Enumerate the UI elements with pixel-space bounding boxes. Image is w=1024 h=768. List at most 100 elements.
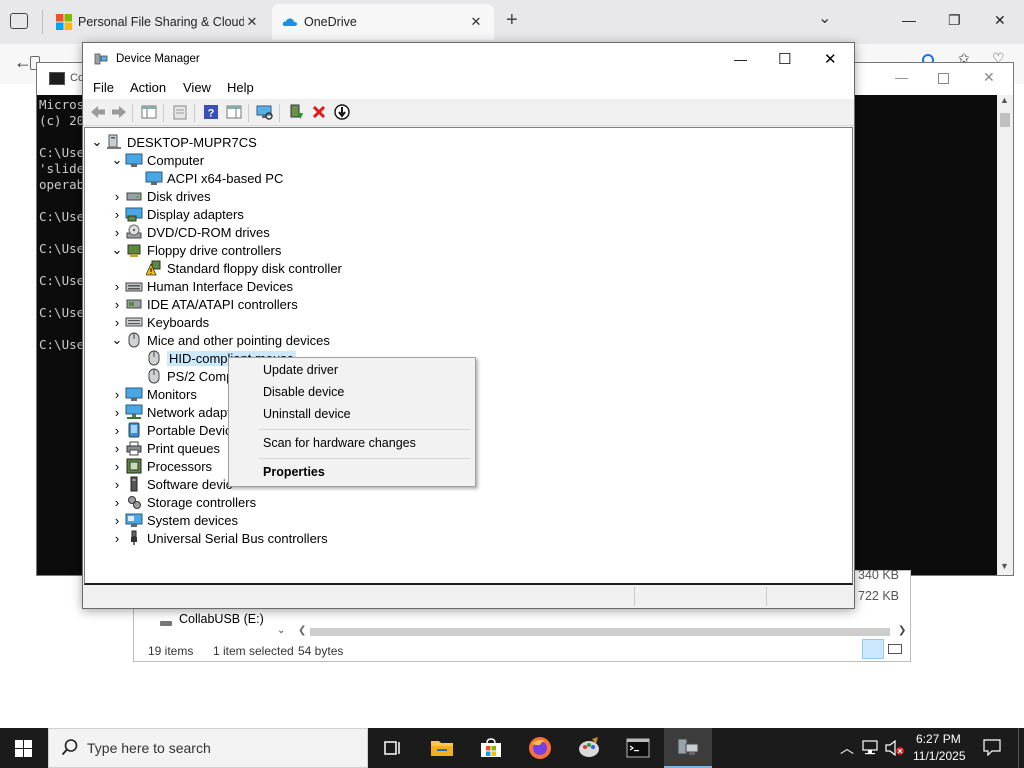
paint-app-icon[interactable] (574, 734, 604, 762)
clock-time[interactable]: 6:27 PM (916, 732, 961, 746)
expand-chevron-icon[interactable]: › (109, 511, 125, 529)
scroll-down-arrow-icon[interactable]: ▼ (1000, 561, 1009, 571)
expand-chevron-icon[interactable]: › (109, 439, 125, 457)
details-view-icon[interactable] (862, 639, 884, 659)
close-tab-icon[interactable]: ✕ (468, 14, 484, 30)
taskbar-search-box[interactable]: Type here to search (48, 728, 368, 768)
cmd-maximize-button[interactable] (938, 73, 949, 84)
menu-scan-hardware[interactable]: Scan for hardware changes (263, 436, 416, 450)
browser-close-button[interactable]: ✕ (994, 12, 1006, 29)
tree-root[interactable]: ⌄ DESKTOP-MUPR7CS (89, 133, 257, 151)
properties-sheet-icon[interactable] (170, 103, 190, 121)
tree-node-print-queues[interactable]: › Print queues (109, 439, 220, 457)
tree-node-display-adapters[interactable]: › Display adapters (109, 205, 244, 223)
large-icons-view-icon[interactable] (888, 644, 902, 654)
tree-node-ide[interactable]: › IDE ATA/ATAPI controllers (109, 295, 298, 313)
device-manager-window[interactable]: Device Manager — ☐ ✕ File Action View He… (82, 42, 855, 609)
collapse-chevron-icon[interactable]: ⌄ (109, 241, 125, 259)
collapse-chevron-icon[interactable]: ⌄ (109, 331, 125, 349)
disable-device-icon[interactable] (332, 103, 352, 121)
expand-chevron-icon[interactable]: › (109, 295, 125, 313)
scroll-right-arrow-icon[interactable]: ❯ (898, 625, 906, 636)
menu-file[interactable]: File (93, 80, 114, 95)
browser-minimize-button[interactable]: — (902, 12, 916, 28)
tree-node-keyboards[interactable]: › Keyboards (109, 313, 209, 331)
expand-chevron-icon[interactable]: › (109, 385, 125, 403)
scroll-thumb[interactable] (1000, 113, 1010, 127)
tree-node-acpi-pc[interactable]: ACPI x64-based PC (129, 169, 283, 187)
cmd-minimize-button[interactable]: — (895, 70, 908, 85)
tree-node-monitors[interactable]: › Monitors (109, 385, 197, 403)
scroll-up-arrow-icon[interactable]: ▲ (1000, 95, 1009, 105)
back-arrow-icon[interactable] (88, 103, 108, 121)
scroll-left-arrow-icon[interactable]: ❮ (298, 625, 306, 636)
clock-date[interactable]: 11/1/2025 (913, 749, 966, 763)
cmd-scrollbar[interactable]: ▲ ▼ (997, 95, 1013, 575)
tree-node-mice[interactable]: ⌄ Mice and other pointing devices (109, 331, 330, 349)
expand-chevron-icon[interactable]: › (109, 529, 125, 547)
tree-node-portable[interactable]: › Portable Devic (109, 421, 232, 439)
expand-chevron-icon[interactable]: › (109, 313, 125, 331)
expand-chevron-icon[interactable]: › (109, 457, 125, 475)
scan-hardware-icon[interactable] (255, 103, 275, 121)
tree-node-floppy-controllers[interactable]: ⌄ Floppy drive controllers (109, 241, 282, 259)
tree-node-storage[interactable]: › Storage controllers (109, 493, 256, 511)
expand-chevron-icon[interactable]: › (109, 187, 125, 205)
action-pane-icon[interactable] (224, 103, 244, 121)
menu-help[interactable]: Help (227, 80, 254, 95)
tree-node-disk-drives[interactable]: › Disk drives (109, 187, 211, 205)
device-tree[interactable]: ⌄ DESKTOP-MUPR7CS ⌄ Computer ACPI x64-ba… (84, 127, 853, 585)
command-prompt-icon[interactable] (623, 734, 653, 762)
task-view-icon[interactable] (378, 734, 408, 762)
menu-disable-device[interactable]: Disable device (263, 385, 344, 399)
expand-chevron-icon[interactable]: › (109, 475, 125, 493)
tree-node-hid[interactable]: › Human Interface Devices (109, 277, 293, 295)
cmd-close-button[interactable]: ✕ (983, 69, 995, 86)
close-button[interactable]: ✕ (824, 50, 837, 68)
show-hide-console-tree-icon[interactable] (139, 103, 159, 121)
tree-node-floppy-standard[interactable]: Standard floppy disk controller (129, 259, 342, 277)
horizontal-scrollbar[interactable]: ❮ ❯ (294, 625, 910, 639)
close-tab-icon[interactable]: ✕ (244, 14, 260, 30)
expand-chevron-icon[interactable]: › (109, 277, 125, 295)
start-windows-icon[interactable] (15, 740, 32, 757)
uninstall-device-icon[interactable] (309, 103, 329, 121)
network-icon[interactable] (862, 740, 880, 756)
scroll-thumb[interactable] (310, 628, 890, 636)
notifications-icon[interactable] (983, 739, 1001, 757)
menu-update-driver[interactable]: Update driver (263, 363, 338, 377)
tree-node-ps2-mouse[interactable]: PS/2 Comp (129, 367, 233, 385)
firefox-icon[interactable] (525, 734, 555, 762)
collapse-chevron-icon[interactable]: ⌄ (109, 151, 125, 169)
volume-muted-icon[interactable] (885, 739, 905, 757)
nav-scroll-down-icon[interactable]: ⌄ (277, 625, 285, 636)
device-manager-taskbar-button[interactable] (664, 728, 712, 768)
expand-chevron-icon[interactable]: › (109, 223, 125, 241)
browser-restore-button[interactable]: ❐ (948, 12, 961, 29)
show-hidden-icons-chevron-icon[interactable]: ︿ (840, 738, 854, 758)
maximize-button[interactable]: ☐ (778, 50, 791, 68)
tree-node-dvd-drives[interactable]: › DVD/CD-ROM drives (109, 223, 270, 241)
menu-properties[interactable]: Properties (263, 465, 325, 479)
tab-actions-icon[interactable] (10, 13, 28, 29)
tab-file-sharing[interactable]: Personal File Sharing & Cloud S ✕ (46, 4, 270, 40)
tree-node-computer[interactable]: ⌄ Computer (109, 151, 205, 169)
show-desktop-button[interactable] (1018, 728, 1024, 768)
microsoft-store-icon[interactable] (476, 734, 506, 762)
menu-uninstall-device[interactable]: Uninstall device (263, 407, 351, 421)
expand-chevron-icon[interactable]: › (109, 421, 125, 439)
tree-node-processors[interactable]: › Processors (109, 457, 212, 475)
tab-onedrive[interactable]: OneDrive ✕ (272, 4, 494, 40)
update-driver-icon[interactable] (286, 103, 306, 121)
expand-chevron-icon[interactable]: › (109, 403, 125, 421)
minimize-button[interactable]: — (734, 52, 747, 67)
drive-label[interactable]: CollabUSB (E:) (179, 612, 264, 626)
forward-arrow-icon[interactable] (109, 103, 129, 121)
menu-view[interactable]: View (183, 80, 211, 95)
tree-node-usb[interactable]: › Universal Serial Bus controllers (109, 529, 328, 547)
tree-node-system[interactable]: › System devices (109, 511, 238, 529)
tree-node-network[interactable]: › Network adapt (109, 403, 231, 421)
tab-list-chevron-icon[interactable]: ⌄ (818, 8, 831, 28)
expand-chevron-icon[interactable]: › (109, 493, 125, 511)
menu-action[interactable]: Action (130, 80, 166, 95)
